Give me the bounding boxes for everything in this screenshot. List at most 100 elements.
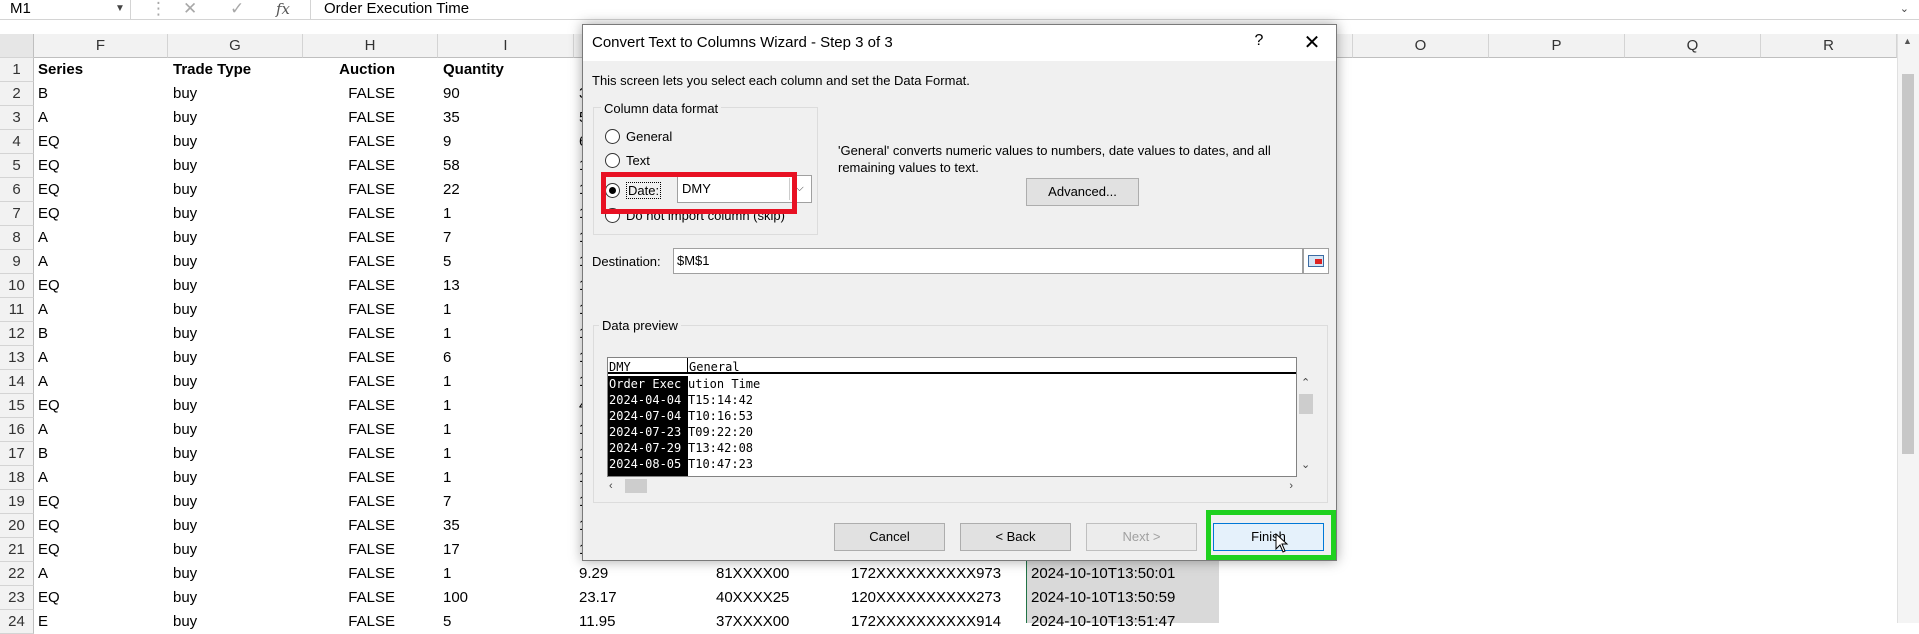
cell-col-l[interactable]: 172XXXXXXXXXX973 bbox=[848, 562, 1023, 586]
row-header-24[interactable]: 24 bbox=[0, 610, 34, 634]
cell-series[interactable]: EQ bbox=[35, 178, 165, 202]
cell-series[interactable]: A bbox=[35, 370, 165, 394]
row-header-16[interactable]: 16 bbox=[0, 418, 34, 442]
cancel-icon[interactable]: ✕ bbox=[183, 0, 197, 18]
cell-quantity[interactable]: 58 bbox=[440, 154, 570, 178]
name-box[interactable]: M1 bbox=[0, 0, 131, 20]
cell-auction[interactable]: FALSE bbox=[303, 418, 403, 442]
cell-series[interactable]: A bbox=[35, 106, 165, 130]
row-header-18[interactable]: 18 bbox=[0, 466, 34, 490]
cell-trade-type[interactable]: buy bbox=[170, 322, 300, 346]
cell-trade-type[interactable]: buy bbox=[170, 442, 300, 466]
cell-series[interactable]: B bbox=[35, 322, 165, 346]
cell-trade-type[interactable]: buy bbox=[170, 274, 300, 298]
radio-date[interactable]: Date: bbox=[605, 182, 662, 200]
cell-trade-type[interactable]: buy bbox=[170, 298, 300, 322]
radio-text[interactable]: Text bbox=[605, 152, 650, 169]
cell-trade-type[interactable]: buy bbox=[170, 394, 300, 418]
cell-series[interactable]: EQ bbox=[35, 394, 165, 418]
preview-hscroll-thumb[interactable] bbox=[625, 479, 647, 493]
cell-auction[interactable]: FALSE bbox=[303, 466, 403, 490]
cell-auction[interactable]: FALSE bbox=[303, 154, 403, 178]
column-header-p[interactable]: P bbox=[1489, 34, 1625, 58]
cell-quantity[interactable]: 9 bbox=[440, 130, 570, 154]
cell-trade-type[interactable]: buy bbox=[170, 346, 300, 370]
expand-formula-bar-icon[interactable]: ⌄ bbox=[1900, 0, 1909, 18]
cell-series[interactable]: B bbox=[35, 82, 165, 106]
scroll-up-icon[interactable]: ⌃ bbox=[1301, 376, 1310, 389]
cell-series[interactable]: EQ bbox=[35, 202, 165, 226]
row-header-7[interactable]: 7 bbox=[0, 202, 34, 226]
cell-quantity[interactable]: 100 bbox=[440, 586, 570, 610]
cell-auction[interactable]: FALSE bbox=[303, 298, 403, 322]
cell-auction[interactable]: FALSE bbox=[303, 370, 403, 394]
cell-auction[interactable]: FALSE bbox=[303, 274, 403, 298]
cell-series[interactable]: A bbox=[35, 226, 165, 250]
cell-series[interactable]: EQ bbox=[35, 490, 165, 514]
cell-trade-type[interactable]: buy bbox=[170, 154, 300, 178]
cell-trade-type[interactable]: buy bbox=[170, 586, 300, 610]
next-button[interactable]: Next > bbox=[1086, 523, 1197, 551]
collapse-dialog-button[interactable] bbox=[1303, 248, 1329, 274]
row-header-21[interactable]: 21 bbox=[0, 538, 34, 562]
cell-col-k[interactable]: 40XXXX25 bbox=[713, 586, 843, 610]
row-header-10[interactable]: 10 bbox=[0, 274, 34, 298]
cell-price[interactable]: 23.17 bbox=[576, 586, 706, 610]
back-button[interactable]: < Back bbox=[960, 523, 1071, 551]
cell-quantity[interactable]: 5 bbox=[440, 250, 570, 274]
cell-quantity[interactable]: 22 bbox=[440, 178, 570, 202]
cell-col-m[interactable]: 2024-10-10T13:50:01 bbox=[1028, 562, 1218, 586]
cell-price[interactable]: 9.29 bbox=[576, 562, 706, 586]
cell-col-l[interactable]: 120XXXXXXXXXX273 bbox=[848, 586, 1023, 610]
cell-series[interactable]: A bbox=[35, 250, 165, 274]
cell-auction[interactable]: FALSE bbox=[303, 106, 403, 130]
cell-trade-type[interactable]: buy bbox=[170, 538, 300, 562]
select-all-corner[interactable] bbox=[0, 34, 34, 58]
cell-trade-type[interactable]: Trade Type bbox=[170, 58, 300, 82]
radio-skip[interactable]: Do not import column (skip) bbox=[605, 207, 785, 224]
cell-auction[interactable]: FALSE bbox=[303, 130, 403, 154]
preview-column-header-2[interactable]: General bbox=[688, 358, 740, 374]
destination-input[interactable]: $M$1 bbox=[673, 248, 1303, 274]
cell-auction[interactable]: FALSE bbox=[303, 82, 403, 106]
cell-auction[interactable]: FALSE bbox=[303, 322, 403, 346]
row-header-2[interactable]: 2 bbox=[0, 82, 34, 106]
cell-series[interactable]: E bbox=[35, 610, 165, 634]
cell-trade-type[interactable]: buy bbox=[170, 82, 300, 106]
row-header-17[interactable]: 17 bbox=[0, 442, 34, 466]
cell-trade-type[interactable]: buy bbox=[170, 226, 300, 250]
cell-series[interactable]: A bbox=[35, 418, 165, 442]
cell-quantity[interactable]: 1 bbox=[440, 370, 570, 394]
column-header-f[interactable]: F bbox=[34, 34, 168, 58]
dialog-titlebar[interactable]: Convert Text to Columns Wizard - Step 3 … bbox=[583, 25, 1336, 61]
row-header-15[interactable]: 15 bbox=[0, 394, 34, 418]
cell-col-m[interactable]: 2024-10-10T13:51:47 bbox=[1028, 610, 1218, 634]
cell-trade-type[interactable]: buy bbox=[170, 178, 300, 202]
cell-auction[interactable]: FALSE bbox=[303, 442, 403, 466]
cell-auction[interactable]: FALSE bbox=[303, 250, 403, 274]
scrollbar-thumb[interactable] bbox=[1902, 74, 1914, 454]
cell-col-k[interactable]: 81XXXX00 bbox=[713, 562, 843, 586]
row-header-23[interactable]: 23 bbox=[0, 586, 34, 610]
cell-quantity[interactable]: 17 bbox=[440, 538, 570, 562]
row-header-9[interactable]: 9 bbox=[0, 250, 34, 274]
cell-quantity[interactable]: 1 bbox=[440, 394, 570, 418]
cancel-button[interactable]: Cancel bbox=[834, 523, 945, 551]
cell-trade-type[interactable]: buy bbox=[170, 514, 300, 538]
row-header-5[interactable]: 5 bbox=[0, 154, 34, 178]
name-box-dropdown-icon[interactable]: ▼ bbox=[115, 0, 125, 18]
close-button[interactable]: ✕ bbox=[1293, 28, 1331, 58]
cell-series[interactable]: EQ bbox=[35, 130, 165, 154]
help-button[interactable]: ? bbox=[1247, 32, 1271, 54]
cell-series[interactable]: A bbox=[35, 346, 165, 370]
cell-auction[interactable]: FALSE bbox=[303, 610, 403, 634]
row-header-6[interactable]: 6 bbox=[0, 178, 34, 202]
row-header-4[interactable]: 4 bbox=[0, 130, 34, 154]
cell-quantity[interactable]: Quantity bbox=[440, 58, 570, 82]
cell-quantity[interactable]: 35 bbox=[440, 514, 570, 538]
cell-auction[interactable]: FALSE bbox=[303, 586, 403, 610]
date-format-select[interactable]: DMY ⌵ bbox=[677, 175, 812, 203]
cell-series[interactable]: A bbox=[35, 466, 165, 490]
vertical-scrollbar[interactable]: ▲ bbox=[1897, 34, 1919, 623]
row-header-8[interactable]: 8 bbox=[0, 226, 34, 250]
